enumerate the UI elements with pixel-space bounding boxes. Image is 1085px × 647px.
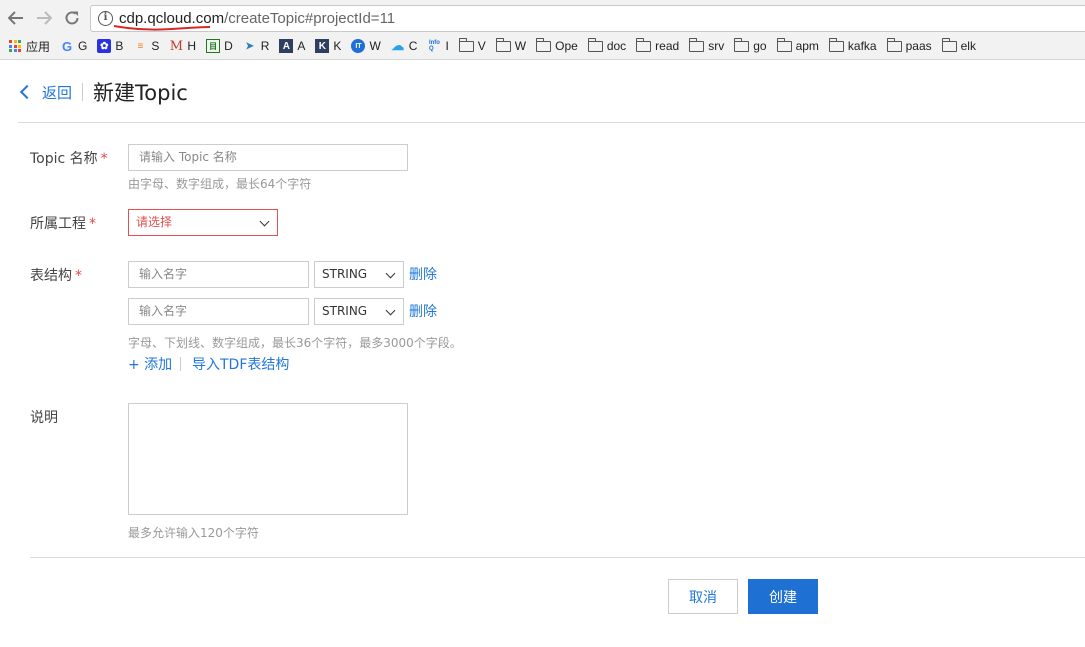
back-link[interactable]: 返回 [42,82,72,103]
folder-icon [828,37,844,52]
description-label: 说明 [30,410,58,426]
chevron-down-icon [385,268,396,279]
link-divider [180,357,181,371]
browser-chrome: i cdp.qcloud.com/createTopic#projectId=1… [0,0,1085,60]
page-header: 返回 新建Topic [18,78,188,106]
folder-icon [458,37,474,52]
field-type-select[interactable]: STRING [314,261,404,288]
bookmark-d[interactable]: 目D [206,39,233,53]
bookmark-folder-elk[interactable]: elk [941,37,976,53]
required-mark: * [75,268,82,284]
bookmark-folder-apm[interactable]: apm [776,37,819,53]
create-button[interactable]: 创建 [748,579,818,614]
project-select[interactable]: 请选择 [128,209,278,236]
m-logo-icon: M [169,38,184,54]
bookmark-folder-paas[interactable]: paas [886,37,932,53]
bookmark-a[interactable]: AA [279,39,305,53]
info-icon[interactable]: i [98,11,113,26]
bookmark-i[interactable]: Info Q I [427,39,449,53]
bookmark-folder-srv[interactable]: srv [689,37,724,53]
project-label: 所属工程 * [30,216,96,232]
bookmark-k[interactable]: KK [315,39,341,53]
field-name-input[interactable]: 输入名字 [128,298,309,325]
delete-field-link[interactable]: 删除 [409,301,437,321]
chevron-left-icon[interactable] [19,84,35,100]
topic-name-label: Topic 名称 * [30,151,108,167]
folder-icon [734,37,750,52]
bookmark-h[interactable]: MH [169,38,196,54]
import-tdf-link[interactable]: 导入TDF表结构 [192,354,289,374]
bookmark-g[interactable]: GG [60,38,87,54]
folder-icon [536,37,552,52]
bookmark-w[interactable]: IT W [351,39,381,53]
cancel-button[interactable]: 取消 [668,579,738,614]
bookmark-folder-read[interactable]: read [636,37,679,53]
bookmark-folder-v[interactable]: V [458,37,486,53]
add-field-link[interactable]: + 添加 [128,354,172,374]
bookmark-c[interactable]: ☁ C [391,38,417,53]
red-underline-annotation [113,25,211,31]
topic-name-input[interactable]: 请输入 Topic 名称 [128,144,408,171]
bookmark-folder-w[interactable]: W [495,37,526,53]
bookmark-folder-doc[interactable]: doc [587,37,626,53]
header-divider-line [18,122,1085,123]
topic-name-hint: 由字母、数字组成，最长64个字符 [128,177,312,191]
footer-divider-line [30,557,1085,558]
folder-icon [941,37,957,52]
forward-arrow-icon[interactable] [34,8,54,28]
folder-icon [636,37,652,52]
bookmark-folder-ope[interactable]: Ope [536,37,578,53]
a-logo-icon: A [279,39,294,53]
google-icon: G [61,38,73,54]
bookmark-b[interactable]: ✿ B [97,39,123,53]
bookmark-folder-kafka[interactable]: kafka [828,37,877,53]
bookmark-s[interactable]: ≡ S [133,39,159,53]
description-hint: 最多允许输入120个字符 [128,526,259,540]
address-bar[interactable]: i cdp.qcloud.com/createTopic#projectId=1… [90,5,1085,32]
schema-hint: 字母、下划线、数字组成，最长36个字符，最多3000个字段。 [128,336,462,350]
bookmark-apps[interactable]: 应用 [8,38,50,55]
required-mark: * [89,216,96,232]
reload-icon[interactable] [62,8,82,28]
folder-icon [495,37,511,52]
back-arrow-icon[interactable] [6,8,26,28]
apps-icon [8,39,22,53]
header-divider [82,83,84,101]
folder-icon [886,37,902,52]
description-textarea[interactable] [128,403,408,515]
stack-icon: ≡ [137,40,144,52]
folder-icon [587,37,603,52]
delete-field-link[interactable]: 删除 [409,264,437,284]
baidu-paw-icon: ✿ [97,39,112,53]
box-icon: 目 [206,39,221,53]
chevron-down-icon [385,305,396,316]
folder-icon [776,37,792,52]
folder-icon [689,37,705,52]
chevron-down-icon [259,216,270,227]
cloud-icon: ☁ [391,38,405,53]
bird-icon: ➤ [245,40,254,52]
infoq-icon: Info Q [428,40,440,52]
page-title: 新建Topic [93,81,188,105]
required-mark: * [100,151,108,167]
bookmark-folder-go[interactable]: go [734,37,767,53]
it-icon: IT [351,39,366,53]
k-logo-icon: K [315,39,330,53]
field-type-select[interactable]: STRING [314,298,404,325]
schema-label: 表结构 * [30,268,82,284]
bookmark-r[interactable]: ➤ R [243,39,270,53]
field-name-input[interactable]: 输入名字 [128,261,309,288]
bookmarks-bar: 应用 GG ✿ B ≡ S MH 目D ➤ R AA KK IT W ☁ C Info Q I… [8,37,986,55]
